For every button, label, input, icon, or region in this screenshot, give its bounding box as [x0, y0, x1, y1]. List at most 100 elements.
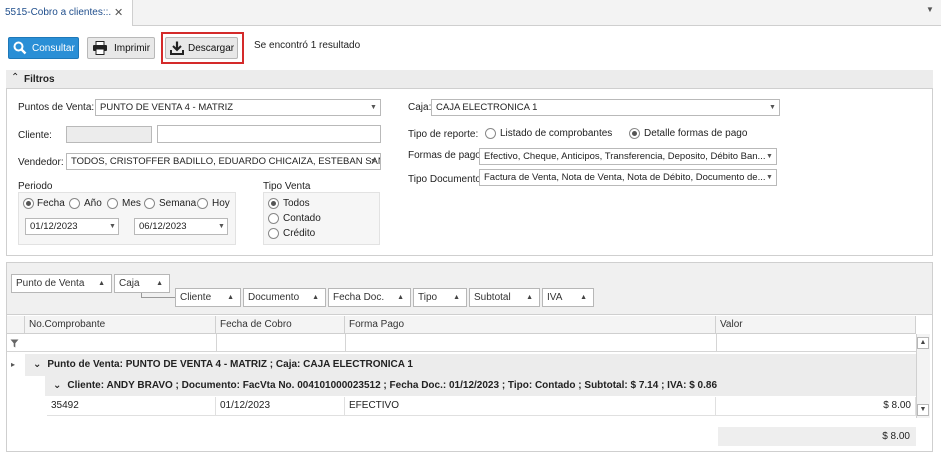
cell-divider: [716, 334, 717, 352]
group-chip-tipo[interactable]: Tipo ▲: [413, 288, 467, 307]
fecha-desde-value: 01/12/2023: [30, 221, 78, 232]
filter-row[interactable]: [7, 334, 916, 352]
cell-comprobante[interactable]: 35492: [47, 397, 216, 416]
row-indicator-header: [7, 316, 25, 334]
formas-pago-value: Efectivo, Cheque, Anticipos, Transferenc…: [484, 151, 766, 162]
radio-anio[interactable]: [69, 198, 80, 209]
imprimir-button[interactable]: Imprimir: [87, 37, 155, 59]
consultar-button[interactable]: Consultar: [8, 37, 79, 59]
chevron-down-icon: ▼: [109, 223, 116, 230]
filtros-title: Filtros: [24, 74, 55, 85]
fecha-desde-picker[interactable]: 01/12/2023: [25, 218, 119, 235]
radio-contado-label: Contado: [283, 213, 321, 224]
descargar-label: Descargar: [188, 42, 235, 54]
radio-hoy-label: Hoy: [212, 198, 230, 209]
chevron-down-icon[interactable]: ▼: [926, 5, 934, 14]
group-chip-caja[interactable]: Caja ▲: [114, 274, 170, 293]
group-connector: [141, 297, 175, 298]
group-chip-fecha-doc[interactable]: Fecha Doc. ▲: [328, 288, 411, 307]
fecha-hasta-value: 06/12/2023: [139, 221, 187, 232]
cell-fecha-cobro[interactable]: 01/12/2023: [216, 397, 345, 416]
tipo-reporte-label: Tipo de reporte:: [408, 129, 479, 140]
group-chip-label: Subtotal: [474, 292, 511, 303]
radio-credito[interactable]: [268, 228, 279, 239]
cell-divider: [345, 334, 346, 352]
formas-pago-label: Formas de pago: [408, 150, 481, 161]
cell-valor[interactable]: $ 8.00: [716, 397, 916, 416]
column-header-fecha-cobro[interactable]: Fecha de Cobro: [216, 316, 345, 334]
filter-icon: [10, 339, 19, 348]
radio-contado[interactable]: [268, 213, 279, 224]
group-row-punto-venta[interactable]: ⌄ Punto de Venta: PUNTO DE VENTA 4 - MATR…: [25, 354, 916, 376]
close-icon[interactable]: ✕: [114, 6, 123, 19]
radio-hoy[interactable]: [197, 198, 208, 209]
scroll-up-icon[interactable]: ▲: [917, 337, 929, 349]
radio-listado[interactable]: [485, 128, 496, 139]
chevron-down-icon: ▼: [766, 153, 773, 160]
radio-fecha[interactable]: [23, 198, 34, 209]
tipo-documento-label: Tipo Documento: [408, 174, 481, 185]
sort-asc-icon: ▲: [312, 294, 319, 301]
group-chip-label: Fecha Doc.: [333, 292, 385, 303]
chevron-down-icon: ▼: [370, 104, 377, 111]
group-row-label: Cliente: ANDY BRAVO ; Documento: FacVta …: [67, 380, 718, 391]
scroll-down-icon[interactable]: ▼: [917, 404, 929, 416]
vendedor-value: TODOS, CRISTOFFER BADILLO, EDUARDO CHICA…: [71, 156, 381, 167]
chevron-down-icon: ⌄: [53, 380, 62, 391]
sort-asc-icon: ▲: [397, 294, 404, 301]
radio-semana[interactable]: [144, 198, 155, 209]
sort-asc-icon: ▲: [453, 294, 460, 301]
chevron-down-icon: ▼: [769, 104, 776, 111]
chevron-down-icon: ⌄: [33, 359, 42, 370]
column-header-forma-pago[interactable]: Forma Pago: [345, 316, 716, 334]
tab-strip: [0, 0, 941, 26]
group-row-cliente[interactable]: ⌄ Cliente: ANDY BRAVO ; Documento: FacVta…: [45, 376, 916, 396]
punto-venta-select[interactable]: PUNTO DE VENTA 4 - MATRIZ: [95, 99, 381, 116]
group-chip-iva[interactable]: IVA ▲: [542, 288, 594, 307]
sort-asc-icon: ▲: [156, 280, 163, 287]
imprimir-label: Imprimir: [114, 42, 151, 54]
periodo-label: Periodo: [18, 181, 53, 192]
vendedor-select[interactable]: TODOS, CRISTOFFER BADILLO, EDUARDO CHICA…: [66, 153, 381, 170]
cliente-name-field[interactable]: [157, 125, 381, 143]
radio-anio-label: Año: [84, 198, 102, 209]
tab-title: 5515-Cobro a clientes::.: [5, 7, 112, 18]
group-chip-subtotal[interactable]: Subtotal ▲: [469, 288, 540, 307]
group-chip-punto-venta[interactable]: Punto de Venta ▲: [11, 274, 112, 293]
radio-detalle-label: Detalle formas de pago: [644, 128, 748, 139]
radio-todos[interactable]: [268, 198, 279, 209]
search-icon: [13, 41, 27, 55]
caja-value: CAJA ELECTRONICA 1: [436, 102, 538, 113]
group-chip-label: Caja: [119, 278, 140, 289]
group-chip-cliente[interactable]: Cliente ▲: [175, 288, 241, 307]
radio-credito-label: Crédito: [283, 228, 316, 239]
group-chip-documento[interactable]: Documento ▲: [243, 288, 326, 307]
descargar-button[interactable]: Descargar: [165, 37, 238, 59]
sort-asc-icon: ▲: [580, 294, 587, 301]
tipo-venta-label: Tipo Venta: [263, 181, 311, 192]
fecha-hasta-picker[interactable]: 06/12/2023: [134, 218, 228, 235]
radio-mes[interactable]: [107, 198, 118, 209]
group-chip-label: IVA: [547, 292, 563, 303]
radio-detalle[interactable]: [629, 128, 640, 139]
sort-asc-icon: ▲: [98, 280, 105, 287]
cell-forma-pago[interactable]: EFECTIVO: [345, 397, 716, 416]
formas-pago-select[interactable]: Efectivo, Cheque, Anticipos, Transferenc…: [479, 148, 777, 165]
filtros-header[interactable]: [6, 70, 933, 89]
tipo-venta-group: [263, 192, 380, 245]
punto-venta-label: Puntos de Venta:: [18, 102, 95, 113]
sort-asc-icon: ▲: [526, 294, 533, 301]
radio-mes-label: Mes: [122, 198, 141, 209]
column-header-valor[interactable]: Valor: [716, 316, 916, 334]
radio-semana-label: Semana: [159, 198, 197, 209]
chevron-up-icon[interactable]: ⌃: [11, 72, 19, 83]
tipo-documento-select[interactable]: Factura de Venta, Nota de Venta, Nota de…: [479, 169, 777, 186]
caja-select[interactable]: CAJA ELECTRONICA 1: [431, 99, 780, 116]
sort-asc-icon: ▲: [227, 294, 234, 301]
group-chip-label: Cliente: [180, 292, 212, 303]
chevron-down-icon: ▼: [218, 223, 225, 230]
printer-icon: [93, 41, 107, 55]
column-header-comprobante[interactable]: No.Comprobante: [25, 316, 216, 334]
group-chip-label: Tipo: [418, 292, 438, 303]
radio-todos-label: Todos: [283, 198, 310, 209]
